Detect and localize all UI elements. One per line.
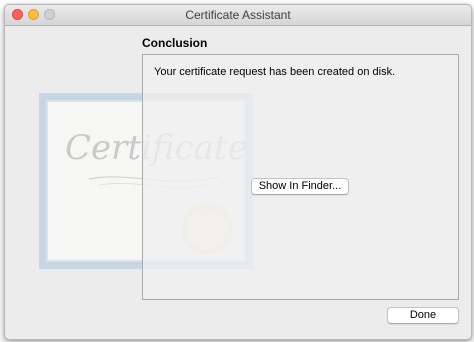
window-title: Certificate Assistant <box>185 8 291 22</box>
title-bar[interactable]: Certificate Assistant <box>5 5 471 26</box>
page-heading: Conclusion <box>142 36 208 50</box>
done-button[interactable]: Done <box>387 307 459 324</box>
conclusion-message: Your certificate request has been create… <box>154 66 396 78</box>
show-in-finder-button[interactable]: Show In Finder... <box>251 178 349 195</box>
conclusion-panel: Your certificate request has been create… <box>142 54 459 300</box>
certificate-assistant-window: Certificate Assistant Conclusion Certifi… <box>4 4 472 340</box>
